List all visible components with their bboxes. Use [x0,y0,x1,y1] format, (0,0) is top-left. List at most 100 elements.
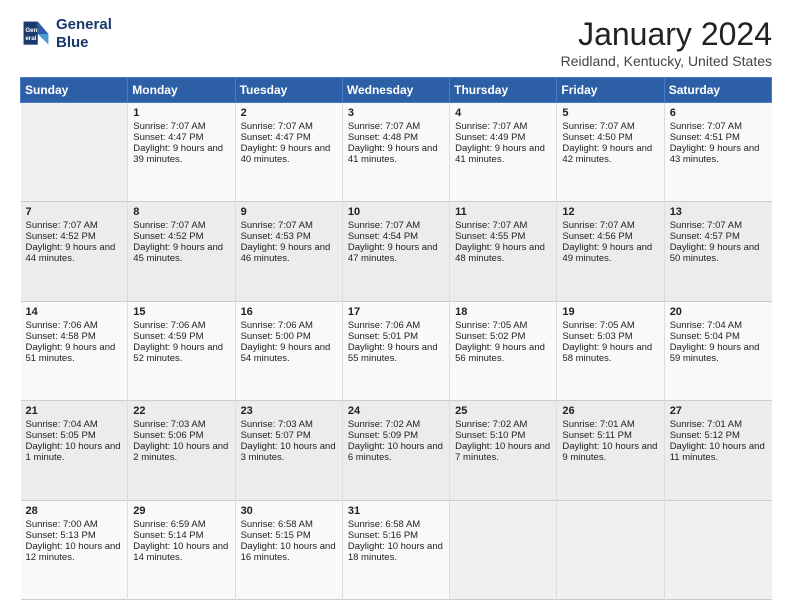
sunrise-text: Sunrise: 6:58 AM [348,519,420,530]
weekday-header-row: SundayMondayTuesdayWednesdayThursdayFrid… [21,78,772,103]
daylight-text: Daylight: 10 hours and 16 minutes. [241,541,336,563]
daylight-text: Daylight: 9 hours and 43 minutes. [670,143,760,165]
sunset-text: Sunset: 4:47 PM [241,132,311,143]
calendar-cell: 15 Sunrise: 7:06 AM Sunset: 4:59 PM Dayl… [128,301,235,400]
sunset-text: Sunset: 5:05 PM [26,430,96,441]
logo-line2: Blue [56,34,89,51]
svg-text:eral: eral [25,35,36,42]
sunset-text: Sunset: 4:54 PM [348,231,418,242]
calendar-page: Gen eral General Blue January 2024 Reidl… [0,0,792,612]
calendar-cell: 26 Sunrise: 7:01 AM Sunset: 5:11 PM Dayl… [557,401,664,500]
day-number: 21 [26,405,124,417]
sunrise-text: Sunrise: 7:07 AM [455,220,527,231]
logo-text: General Blue [56,16,112,52]
calendar-cell: 27 Sunrise: 7:01 AM Sunset: 5:12 PM Dayl… [664,401,771,500]
sunset-text: Sunset: 5:13 PM [26,530,96,541]
day-number: 3 [348,107,445,119]
calendar-cell: 11 Sunrise: 7:07 AM Sunset: 4:55 PM Dayl… [450,202,557,301]
calendar-cell: 29 Sunrise: 6:59 AM Sunset: 5:14 PM Dayl… [128,500,235,599]
calendar-cell: 20 Sunrise: 7:04 AM Sunset: 5:04 PM Dayl… [664,301,771,400]
sunrise-text: Sunrise: 7:05 AM [562,320,634,331]
calendar-cell: 28 Sunrise: 7:00 AM Sunset: 5:13 PM Dayl… [21,500,128,599]
weekday-header-thursday: Thursday [450,78,557,103]
daylight-text: Daylight: 10 hours and 12 minutes. [26,541,121,563]
sunset-text: Sunset: 4:52 PM [26,231,96,242]
sunset-text: Sunset: 5:11 PM [562,430,632,441]
day-number: 27 [670,405,768,417]
week-row-5: 28 Sunrise: 7:00 AM Sunset: 5:13 PM Dayl… [21,500,772,599]
day-number: 9 [241,206,338,218]
calendar-cell: 7 Sunrise: 7:07 AM Sunset: 4:52 PM Dayli… [21,202,128,301]
daylight-text: Daylight: 9 hours and 59 minutes. [670,342,760,364]
daylight-text: Daylight: 9 hours and 41 minutes. [455,143,545,165]
week-row-4: 21 Sunrise: 7:04 AM Sunset: 5:05 PM Dayl… [21,401,772,500]
day-number: 4 [455,107,552,119]
calendar-cell [557,500,664,599]
calendar-cell [450,500,557,599]
calendar-cell: 31 Sunrise: 6:58 AM Sunset: 5:16 PM Dayl… [342,500,449,599]
sunset-text: Sunset: 5:02 PM [455,331,525,342]
day-number: 22 [133,405,230,417]
calendar-cell: 13 Sunrise: 7:07 AM Sunset: 4:57 PM Dayl… [664,202,771,301]
day-number: 19 [562,306,659,318]
day-number: 5 [562,107,659,119]
daylight-text: Daylight: 9 hours and 51 minutes. [26,342,116,364]
sunset-text: Sunset: 5:07 PM [241,430,311,441]
daylight-text: Daylight: 10 hours and 3 minutes. [241,441,336,463]
day-number: 13 [670,206,768,218]
weekday-header-saturday: Saturday [664,78,771,103]
daylight-text: Daylight: 9 hours and 40 minutes. [241,143,331,165]
title-block: January 2024 Reidland, Kentucky, United … [561,16,772,69]
calendar-cell: 5 Sunrise: 7:07 AM Sunset: 4:50 PM Dayli… [557,103,664,202]
day-number: 7 [26,206,124,218]
sunset-text: Sunset: 5:04 PM [670,331,740,342]
sunrise-text: Sunrise: 7:03 AM [133,419,205,430]
sunrise-text: Sunrise: 7:07 AM [562,121,634,132]
daylight-text: Daylight: 10 hours and 2 minutes. [133,441,228,463]
weekday-header-friday: Friday [557,78,664,103]
calendar-cell: 9 Sunrise: 7:07 AM Sunset: 4:53 PM Dayli… [235,202,342,301]
logo-line1: General [56,16,112,33]
calendar-cell: 14 Sunrise: 7:06 AM Sunset: 4:58 PM Dayl… [21,301,128,400]
sunrise-text: Sunrise: 7:06 AM [133,320,205,331]
daylight-text: Daylight: 10 hours and 14 minutes. [133,541,228,563]
week-row-3: 14 Sunrise: 7:06 AM Sunset: 4:58 PM Dayl… [21,301,772,400]
daylight-text: Daylight: 9 hours and 56 minutes. [455,342,545,364]
daylight-text: Daylight: 9 hours and 41 minutes. [348,143,438,165]
calendar-cell: 25 Sunrise: 7:02 AM Sunset: 5:10 PM Dayl… [450,401,557,500]
calendar-cell: 4 Sunrise: 7:07 AM Sunset: 4:49 PM Dayli… [450,103,557,202]
daylight-text: Daylight: 9 hours and 49 minutes. [562,242,652,264]
sunrise-text: Sunrise: 6:58 AM [241,519,313,530]
sunrise-text: Sunrise: 7:02 AM [455,419,527,430]
sunset-text: Sunset: 4:57 PM [670,231,740,242]
sunset-text: Sunset: 4:51 PM [670,132,740,143]
calendar-cell: 16 Sunrise: 7:06 AM Sunset: 5:00 PM Dayl… [235,301,342,400]
sunrise-text: Sunrise: 7:04 AM [670,320,742,331]
day-number: 30 [241,505,338,517]
calendar-cell: 6 Sunrise: 7:07 AM Sunset: 4:51 PM Dayli… [664,103,771,202]
day-number: 1 [133,107,230,119]
calendar-cell: 8 Sunrise: 7:07 AM Sunset: 4:52 PM Dayli… [128,202,235,301]
daylight-text: Daylight: 9 hours and 55 minutes. [348,342,438,364]
day-number: 11 [455,206,552,218]
daylight-text: Daylight: 10 hours and 7 minutes. [455,441,550,463]
weekday-header-wednesday: Wednesday [342,78,449,103]
day-number: 14 [26,306,124,318]
daylight-text: Daylight: 9 hours and 52 minutes. [133,342,223,364]
logo: Gen eral General Blue [20,16,112,52]
calendar-cell: 17 Sunrise: 7:06 AM Sunset: 5:01 PM Dayl… [342,301,449,400]
sunset-text: Sunset: 5:15 PM [241,530,311,541]
sunrise-text: Sunrise: 7:06 AM [241,320,313,331]
sunrise-text: Sunrise: 7:06 AM [348,320,420,331]
day-number: 23 [241,405,338,417]
calendar-cell: 19 Sunrise: 7:05 AM Sunset: 5:03 PM Dayl… [557,301,664,400]
sunset-text: Sunset: 4:53 PM [241,231,311,242]
day-number: 12 [562,206,659,218]
day-number: 10 [348,206,445,218]
header: Gen eral General Blue January 2024 Reidl… [20,16,772,69]
calendar-cell: 2 Sunrise: 7:07 AM Sunset: 4:47 PM Dayli… [235,103,342,202]
daylight-text: Daylight: 9 hours and 44 minutes. [26,242,116,264]
sunrise-text: Sunrise: 7:00 AM [26,519,98,530]
daylight-text: Daylight: 9 hours and 58 minutes. [562,342,652,364]
sunset-text: Sunset: 5:14 PM [133,530,203,541]
